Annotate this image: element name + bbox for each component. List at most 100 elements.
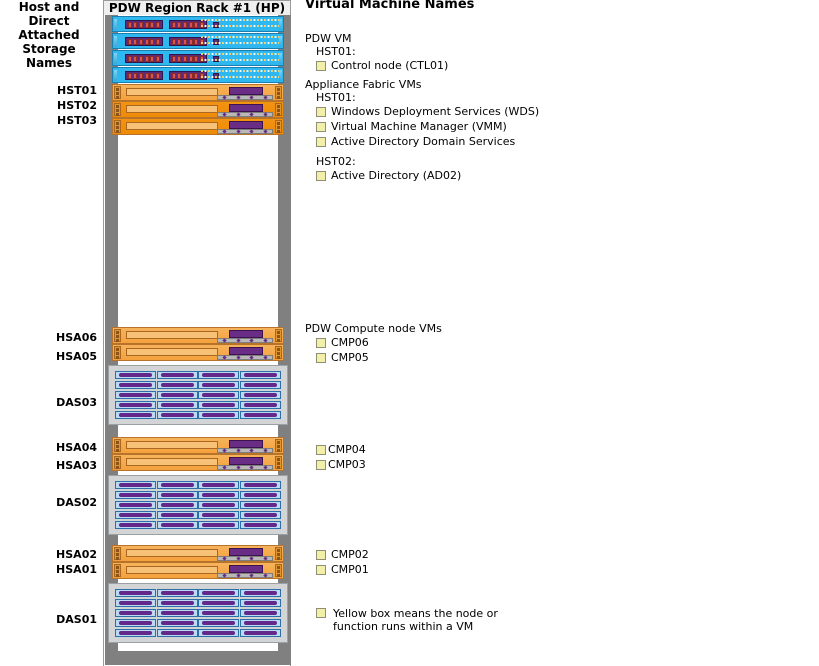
vm-indicator-box-icon [316, 106, 326, 117]
das-drive [115, 401, 156, 409]
vm-indicator-box-icon [316, 337, 326, 348]
switch-ear-left-icon [114, 36, 117, 47]
switch-vent-grid [201, 53, 279, 65]
legend-pdw-vm-group: PDW VM HST01: Control node (CTL01) [305, 32, 448, 73]
legend-vm-vmm: Virtual Machine Manager (VMM) [305, 119, 539, 134]
label-das01: DAS01 [56, 613, 97, 626]
das-drive [115, 371, 156, 379]
label-hst01: HST01 [57, 84, 97, 97]
das-drive [156, 629, 198, 637]
das-drive [198, 391, 240, 399]
switch-vent-grid [201, 70, 279, 82]
network-switch-3 [112, 50, 284, 66]
server-control-strip [217, 448, 273, 453]
server-drive-icon [229, 565, 263, 573]
das-drive [115, 411, 156, 419]
legend-host-hst02: HST02: [316, 155, 356, 168]
legend-vm-label: CMP06 [331, 336, 369, 349]
switch-ear-right-icon [279, 36, 282, 47]
legend-vm-label: Control node (CTL01) [331, 59, 449, 72]
key-note-line-2: function runs within a VM [333, 620, 474, 633]
left-heading-line-1: Host and [18, 0, 80, 14]
key-note-row: Yellow box means the node or function ru… [316, 607, 498, 633]
das-drive [115, 391, 156, 399]
das-drive [239, 511, 281, 519]
legend-vm-label: CMP02 [331, 548, 369, 561]
das-drive [156, 511, 198, 519]
server-ear-right-icon [275, 329, 282, 342]
label-hsa02: HSA02 [56, 548, 97, 561]
legend-vm-label: CMP01 [331, 563, 369, 576]
right-column-heading: Virtual Machine Names [305, 0, 475, 12]
network-switch-2 [112, 33, 284, 49]
server-drive-bay [126, 88, 218, 96]
das-drive [239, 371, 281, 379]
switch-ear-right-icon [279, 19, 282, 30]
das-column [198, 481, 240, 529]
das-drive [198, 491, 240, 499]
label-das03: DAS03 [56, 396, 97, 409]
server-ear-left-icon [114, 439, 121, 452]
das-drive [239, 609, 281, 617]
switch-ear-left-icon [114, 70, 117, 81]
server-drive-icon [229, 104, 263, 112]
das-drive [198, 381, 240, 389]
das-drive [156, 501, 198, 509]
label-hsa03: HSA03 [56, 459, 97, 472]
storage-enclosure-das02 [108, 475, 288, 535]
das-drive [156, 391, 198, 399]
label-hsa01: HSA01 [56, 563, 97, 576]
legend-group-title-fabric: Appliance Fabric VMs [305, 78, 422, 91]
das-column [198, 371, 240, 419]
server-drive-icon [229, 87, 263, 95]
switch-port-block-a [125, 71, 163, 80]
server-drive-bay [126, 105, 218, 113]
server-hsa02 [112, 545, 284, 562]
server-drive-bay [126, 122, 218, 130]
legend-compute-group: PDW Compute node VMs CMP06 CMP05 [305, 322, 442, 365]
server-ear-right-icon [275, 456, 282, 469]
legend-vm-label: Virtual Machine Manager (VMM) [331, 120, 507, 133]
server-control-strip [217, 573, 273, 578]
das-drive [156, 481, 198, 489]
das-drive [156, 521, 198, 529]
switch-ear-right-icon [279, 53, 282, 64]
legend-group-title-compute: PDW Compute node VMs [305, 322, 442, 335]
das-drive [115, 381, 156, 389]
diagram-canvas: Host and Direct Attached Storage Names V… [0, 0, 819, 666]
das-drive [156, 371, 198, 379]
label-hsa04: HSA04 [56, 441, 97, 454]
legend-compute-low: CMP02 CMP01 [305, 547, 369, 577]
server-drive-icon [229, 347, 263, 355]
das-drive [198, 629, 240, 637]
server-hsa01 [112, 562, 284, 579]
left-column-heading: Host and Direct Attached Storage Names [0, 0, 98, 70]
network-switch-1 [112, 16, 284, 32]
server-control-strip [217, 355, 273, 360]
server-ear-right-icon [275, 439, 282, 452]
server-ear-left-icon [114, 103, 121, 116]
server-ear-left-icon [114, 329, 121, 342]
storage-enclosure-das03 [108, 365, 288, 425]
rack-title: PDW Region Rack #1 (HP) [103, 0, 291, 15]
legend-group-title-pdw-vm: PDW VM [305, 32, 352, 45]
das-column [115, 371, 156, 419]
das-drive [198, 609, 240, 617]
legend-vm-label: CMP05 [331, 351, 369, 364]
legend-vm-label: Active Directory (AD02) [331, 169, 462, 182]
server-drive-icon [229, 457, 263, 465]
das-drive [198, 599, 240, 607]
legend-vm-adds: Active Directory Domain Services [305, 134, 539, 149]
server-control-strip [217, 338, 273, 343]
das-drive [239, 411, 281, 419]
server-ear-right-icon [275, 346, 282, 359]
das-drive [198, 619, 240, 627]
label-hsa06: HSA06 [56, 331, 97, 344]
das-column [239, 481, 281, 529]
label-hst02: HST02 [57, 99, 97, 112]
legend-fabric-group: Appliance Fabric VMs HST01: Windows Depl… [305, 78, 539, 183]
switch-vent-grid [201, 36, 279, 48]
das-drive [239, 481, 281, 489]
legend-vm-wds: Windows Deployment Services (WDS) [305, 104, 539, 119]
vm-indicator-box-icon [316, 60, 326, 71]
